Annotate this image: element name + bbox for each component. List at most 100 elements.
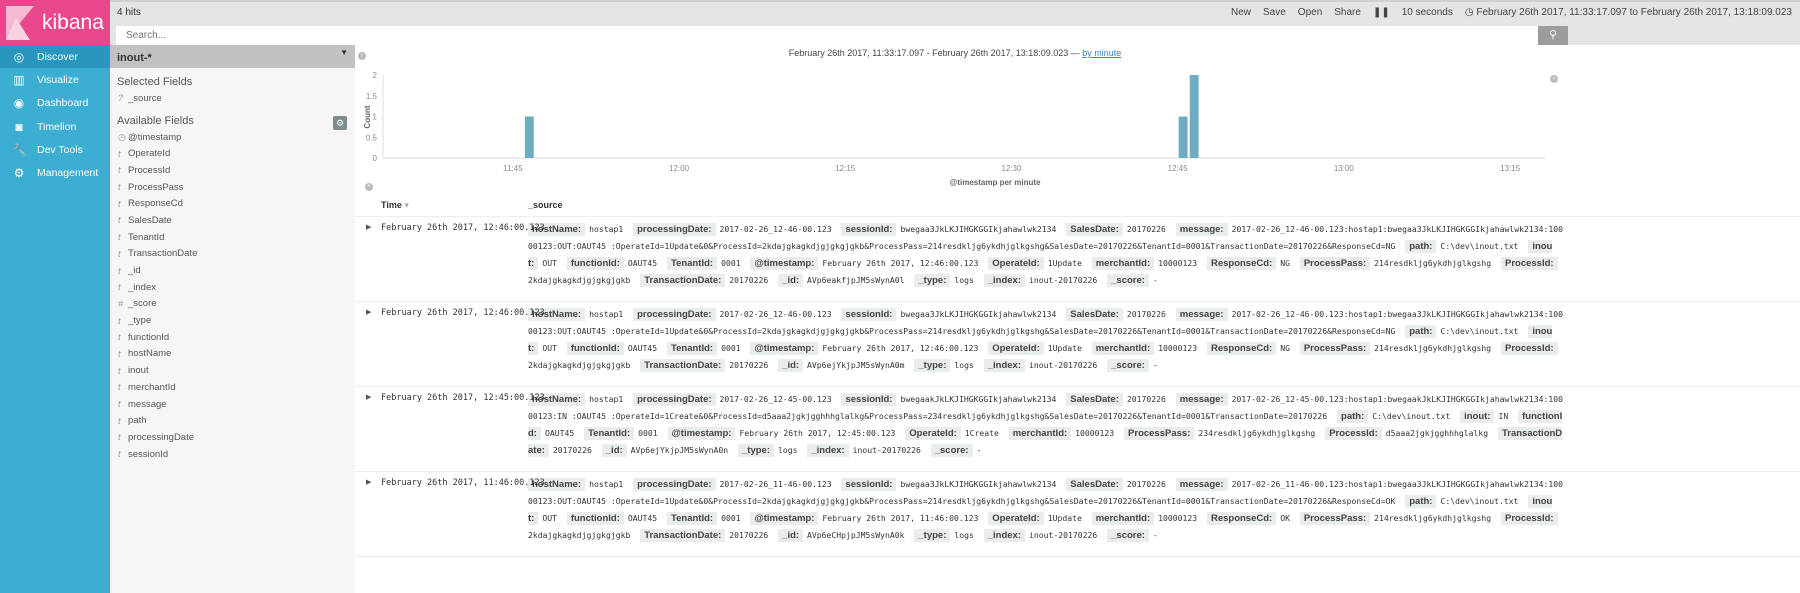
save-button[interactable]: Save [1263,7,1286,18]
timelion-icon: ◙ [15,119,23,134]
nav-item-dev-tools[interactable]: 🔧 Dev Tools [0,138,110,161]
field-item[interactable]: t _id [110,262,355,279]
field-item[interactable]: t ProcessPass [110,179,355,196]
source-key: @timestamp: [750,342,819,355]
field-item[interactable]: t ProcessId [110,162,355,179]
field-settings-gear-icon[interactable]: ⚙ [333,116,347,130]
expand-row-icon[interactable]: ▶ [366,478,371,486]
row-source: hostName: hostap1 processingDate: 2017-02-… [528,472,1565,556]
source-key: OperateId: [905,427,961,440]
expand-row-icon[interactable]: ▶ [366,223,371,231]
time-picker[interactable]: ◷ February 26th 2017, 11:33:17.097 to Fe… [1465,7,1792,18]
source-value: AVp6ejYkjpJM5sWynA0m [807,360,905,370]
field-item[interactable]: t TenantId [110,229,355,246]
field-type-icon: t [118,215,121,226]
source-key: ResponseCd: [1206,512,1277,525]
field-item[interactable]: t hostName [110,346,355,363]
pause-icon[interactable]: ❚❚ [1373,7,1390,18]
source-key: _index: [983,274,1026,287]
source-value: February 26th 2017, 11:46:00.123 [822,513,979,523]
field-item[interactable]: t processingDate [110,429,355,446]
table-row[interactable]: ▶ February 26th 2017, 11:46:00.123 hostNam… [355,472,1800,557]
source-key: processingDate: [633,223,716,236]
table-row[interactable]: ▶ February 26th 2017, 12:46:00.123 hostNam… [355,217,1800,302]
nav-item-timelion[interactable]: ◙ Timelion [0,115,110,138]
table-row[interactable]: ▶ February 26th 2017, 12:45:00.123 hostNam… [355,387,1800,472]
row-source: hostName: hostap1 processingDate: 2017-02-… [528,217,1565,301]
nav-item-label: Management [37,167,99,180]
source-value: 20170226 [552,445,592,455]
source-key: processingDate: [633,308,716,321]
field-type-icon: t [118,399,121,410]
kibana-logo[interactable]: kibana [0,0,110,45]
field-item[interactable]: t ResponseCd [110,195,355,212]
source-key: sessionId: [841,308,897,321]
field-type-icon: t [118,232,121,243]
field-type-icon: t [118,182,121,193]
source-key: ProcessPass: [1299,257,1371,270]
source-value: 1Create [964,428,999,438]
search-icon: ⚲ [1548,29,1558,41]
histogram-chart: 0 0.5 1 1.5 2 11:45 12:00 12:15 12:30 12:45 13:00 1… [363,71,1545,187]
collapse-chart-icon[interactable]: ˄ [365,183,373,191]
expand-row-icon[interactable]: ▶ [366,308,371,316]
field-name: _index [128,281,156,293]
share-button[interactable]: Share [1334,7,1361,18]
field-item[interactable]: t _type [110,312,355,329]
field-name: _source [128,92,162,104]
source-column-header: _source [528,200,563,210]
time-column-header[interactable]: Time ▾ [381,200,409,211]
source-value: 1Update [1047,343,1082,353]
field-item[interactable]: t functionId [110,329,355,346]
field-item[interactable]: t OperateId [110,145,355,162]
nav-item-dashboard[interactable]: ◉ Dashboard [0,92,110,115]
nav-item-label: Dashboard [37,97,89,110]
field-item[interactable]: t path [110,412,355,429]
field-item[interactable]: t SalesDate [110,212,355,229]
field-item[interactable]: ? _source [110,90,355,107]
source-key: merchantId: [1008,427,1072,440]
field-item[interactable]: # _score [110,296,355,313]
field-item[interactable]: t TransactionDate [110,246,355,263]
source-key: @timestamp: [667,427,736,440]
source-key: inout: [1460,410,1495,423]
field-item[interactable]: t message [110,396,355,413]
source-key: message: [1175,393,1228,406]
logo-text: kibana [42,10,104,34]
nav-item-management[interactable]: ⚙ Management [0,161,110,184]
sort-icon[interactable]: ▾ [404,200,409,210]
y-axis-title: Count [363,105,372,128]
field-name: ProcessPass [128,181,184,193]
new-button[interactable]: New [1231,7,1251,18]
source-key: _index: [983,359,1026,372]
source-key: processingDate: [633,478,716,491]
field-item[interactable]: t merchantId [110,379,355,396]
source-key: _id: [778,529,804,542]
source-key: _score: [930,444,973,457]
source-key: message: [1175,308,1228,321]
refresh-interval[interactable]: 10 seconds [1402,7,1453,18]
field-item[interactable]: ◷ @timestamp [110,129,355,146]
table-row[interactable]: ▶ February 26th 2017, 12:46:00.123 hostNam… [355,302,1800,387]
field-type-icon: t [118,315,121,326]
source-value: 2017-02-26_12-46-00.123 [719,309,832,319]
search-input[interactable] [116,26,1538,45]
source-key: TenantId: [667,512,718,525]
index-pattern-selector[interactable]: inout-* ▼ [110,45,355,68]
source-value: 214resdkljg6ykdhjglkgshg [1374,258,1492,268]
field-item[interactable]: t _index [110,279,355,296]
field-item[interactable]: t sessionId [110,446,355,463]
source-key: SalesDate: [1066,478,1123,491]
nav-item-visualize[interactable]: ▥ Visualize [0,68,110,91]
expand-row-icon[interactable]: ▶ [366,393,371,401]
field-item[interactable]: t inout [110,362,355,379]
source-key: ProcessId: [1500,512,1558,525]
nav-item-discover[interactable]: ◎ Discover [0,45,110,69]
x-axis-title: @timestamp per minute [950,178,1041,187]
source-key: ProcessPass: [1299,512,1371,525]
source-value: C:\dev\inout.txt [1440,241,1519,251]
source-key: path: [1405,240,1437,253]
open-button[interactable]: Open [1298,7,1322,18]
dashboard-icon: ◉ [13,96,25,111]
search-button[interactable]: ⚲ [1538,26,1568,45]
